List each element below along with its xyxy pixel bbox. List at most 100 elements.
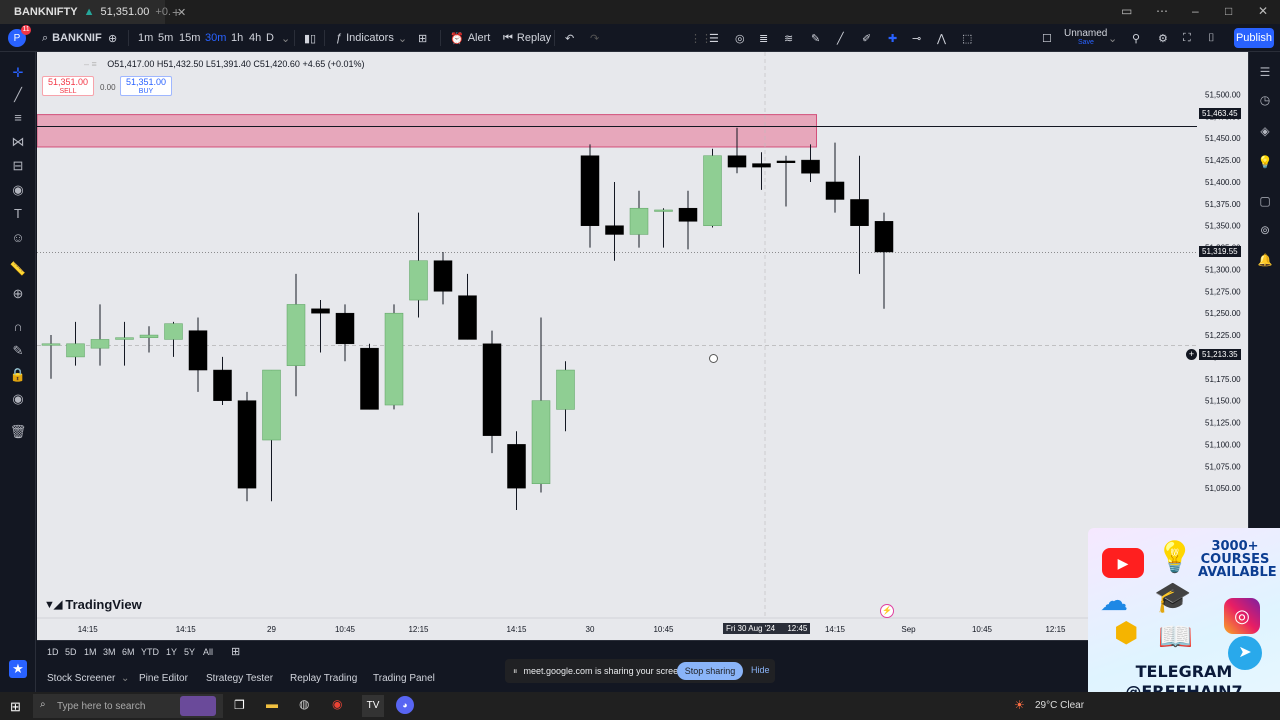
cast-icon[interactable]: ▭ <box>1121 4 1132 18</box>
interval-dropdown-icon[interactable]: ⌄ <box>281 24 290 52</box>
windows-start-icon[interactable]: ⊞ <box>10 699 21 715</box>
redo-icon[interactable]: ↷ <box>590 24 599 52</box>
task-view-icon[interactable]: ❐ <box>234 698 245 712</box>
zoom-in-icon[interactable]: ⊕ <box>9 285 27 303</box>
range-6M[interactable]: 6M <box>122 647 135 657</box>
shapes-tool-icon[interactable]: ◉ <box>9 181 27 199</box>
range-All[interactable]: All <box>203 647 213 657</box>
candle-body <box>409 260 428 301</box>
price-chart[interactable]: 51,500.0051,475.0051,450.0051,425.0051,4… <box>37 52 1248 640</box>
stop-sharing-button[interactable]: Stop sharing <box>677 662 743 680</box>
path-icon[interactable]: ⋀ <box>937 24 946 52</box>
file-explorer-icon[interactable]: ▬ <box>266 697 278 711</box>
chat-icon[interactable]: ▢ <box>1257 193 1273 209</box>
interval-5m[interactable]: 5m <box>158 24 173 52</box>
layers-icon[interactable]: ◈ <box>1257 123 1273 139</box>
brush-icon[interactable]: ✐ <box>862 24 871 52</box>
event-lightning-icon[interactable]: ⚡ <box>880 604 894 618</box>
fullscreen-icon[interactable]: ⛶ <box>1183 24 1191 52</box>
notifications-bell-icon[interactable]: 🔔 <box>1257 252 1273 268</box>
tradingview-app-icon[interactable]: TV <box>362 695 384 717</box>
candle-body <box>311 308 330 314</box>
signal-icon[interactable]: ⊚ <box>1257 222 1273 238</box>
replay-button[interactable]: ⏮ Replay <box>503 24 551 52</box>
maximize-icon[interactable]: □ <box>1225 4 1232 18</box>
ruler-icon[interactable]: 📏 <box>9 260 27 278</box>
tab-strategy-tester[interactable]: Strategy Tester <box>206 673 273 684</box>
add-alert-plus-icon[interactable]: + <box>1186 349 1197 360</box>
indicators-button[interactable]: ƒ Indicators ⌄ <box>336 24 407 52</box>
lines-icon[interactable]: ≣ <box>759 24 768 52</box>
text-tool-icon[interactable]: T <box>9 205 27 223</box>
chrome-icon[interactable]: ◉ <box>332 697 342 711</box>
range-5Y[interactable]: 5Y <box>184 647 195 657</box>
range-1M[interactable]: 1M <box>84 647 97 657</box>
horizontal-ray-icon[interactable]: ⊸ <box>912 24 921 52</box>
range-1D[interactable]: 1D <box>47 647 59 657</box>
parallel-channel-icon[interactable]: ≋ <box>784 24 793 52</box>
undo-icon[interactable]: ↶ <box>565 24 574 52</box>
watchlist-icon[interactable]: ☰ <box>1257 64 1273 80</box>
stay-drawing-icon[interactable]: ✎ <box>9 342 27 360</box>
browser-tab[interactable]: BANKNIFTY ▲ 51,351.00 +0. ✕ <box>0 0 186 24</box>
crosshair-icon[interactable]: ✚ <box>888 24 897 52</box>
stock-screener-chevron-icon[interactable]: ⌄ <box>121 673 129 684</box>
emoji-tool-icon[interactable]: ☺ <box>9 229 27 247</box>
range-3M[interactable]: 3M <box>103 647 116 657</box>
trash-icon[interactable]: 🗑 <box>9 423 27 441</box>
ideas-bulb-icon[interactable]: 💡 <box>1257 154 1273 170</box>
tab-stock-screener[interactable]: Stock Screener <box>47 673 115 684</box>
layout-dropdown-icon[interactable]: ⌄ <box>1108 24 1117 52</box>
tab-trading-panel[interactable]: Trading Panel <box>373 673 435 684</box>
range-1Y[interactable]: 1Y <box>166 647 177 657</box>
templates-icon[interactable]: ⊞ <box>418 24 427 52</box>
interval-4h[interactable]: 4h <box>249 24 261 52</box>
compare-add-icon[interactable]: ⊕ <box>108 24 117 52</box>
layout-checkbox-icon[interactable]: ☐ <box>1042 24 1052 52</box>
cursor-cross-icon[interactable]: ✛ <box>9 64 27 82</box>
candle-body <box>556 369 575 410</box>
fib-tool-icon[interactable]: ≡ <box>9 109 27 127</box>
range-5D[interactable]: 5D <box>65 647 77 657</box>
rectangle-icon[interactable]: ⬚ <box>962 24 972 52</box>
app-icon[interactable]: ◍ <box>299 697 309 711</box>
trend-line-tool-icon[interactable]: ╱ <box>9 86 27 104</box>
interval-30m[interactable]: 30m <box>205 24 226 52</box>
object-tree-icon[interactable]: ★ <box>9 660 27 678</box>
interval-1h[interactable]: 1h <box>231 24 243 52</box>
alerts-clock-icon[interactable]: ◷ <box>1257 92 1273 108</box>
magnet-icon[interactable]: ∩ <box>9 318 27 336</box>
settings-gear-icon[interactable]: ⚙ <box>1158 24 1168 52</box>
new-tab-icon[interactable]: + <box>172 4 180 20</box>
discord-icon[interactable]: ◕ <box>396 696 414 714</box>
hide-button[interactable]: Hide <box>751 665 770 675</box>
quick-search-icon[interactable]: ⚲ <box>1132 24 1140 52</box>
minimize-icon[interactable]: – <box>1192 4 1199 18</box>
target-icon[interactable]: ◎ <box>735 24 745 52</box>
pen-icon[interactable]: ✎ <box>811 24 820 52</box>
eye-icon[interactable]: ◉ <box>9 390 27 408</box>
range-YTD[interactable]: YTD <box>141 647 159 657</box>
interval-15m[interactable]: 15m <box>179 24 200 52</box>
chart-canvas[interactable]: 51,500.0051,475.0051,450.0051,425.0051,4… <box>37 52 1248 640</box>
sell-button[interactable]: 51,351.00 SELL <box>42 76 94 96</box>
interval-1m[interactable]: 1m <box>138 24 153 52</box>
trendline-icon[interactable]: ╱ <box>837 24 844 52</box>
publish-button[interactable]: Publish <box>1234 28 1274 48</box>
tab-pine-editor[interactable]: Pine Editor <box>139 673 188 684</box>
symbol-search[interactable]: ⌕ BANKNIF <box>42 24 102 52</box>
forecast-tool-icon[interactable]: ⊟ <box>9 157 27 175</box>
bars-pattern-icon[interactable]: ☰ <box>709 24 719 52</box>
tab-replay-trading[interactable]: Replay Trading <box>290 673 357 684</box>
window-close-icon[interactable]: ✕ <box>1258 4 1268 18</box>
goto-date-calendar-icon[interactable]: ⊞ <box>231 645 240 658</box>
candle-type-icon[interactable]: ▮▯ <box>304 24 316 52</box>
layout-name-button[interactable]: Unnamed Save <box>1064 24 1107 52</box>
extension-icon[interactable]: ⋯ <box>1156 4 1168 18</box>
interval-D[interactable]: D <box>266 24 274 52</box>
pattern-tool-icon[interactable]: ⋈ <box>9 133 27 151</box>
lock-icon[interactable]: 🔒 <box>9 366 27 384</box>
snapshot-camera-icon[interactable]: ⌷ <box>1208 24 1215 52</box>
alert-button[interactable]: ⏰ Alert <box>450 24 490 52</box>
buy-button[interactable]: 51,351.00 BUY <box>120 76 172 96</box>
